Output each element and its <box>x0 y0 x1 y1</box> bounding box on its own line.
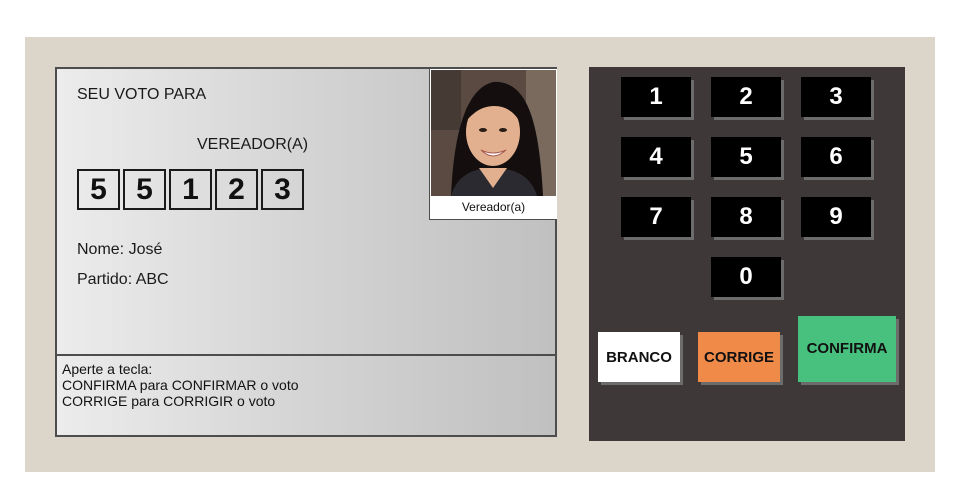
vote-digit-3: 1 <box>169 169 212 210</box>
confirma-button[interactable]: CONFIRMA <box>798 316 896 382</box>
key-1[interactable]: 1 <box>621 77 691 117</box>
key-8[interactable]: 8 <box>711 197 781 237</box>
vote-digit-1: 5 <box>77 169 120 210</box>
vote-digit-5: 3 <box>261 169 304 210</box>
key-4[interactable]: 4 <box>621 137 691 177</box>
instruction-line-1: Aperte a tecla: <box>62 361 153 377</box>
corrige-button[interactable]: CORRIGE <box>698 332 780 382</box>
branco-button[interactable]: BRANCO <box>598 332 680 382</box>
key-7[interactable]: 7 <box>621 197 691 237</box>
screen-title: SEU VOTO PARA <box>77 86 207 103</box>
instruction-line-3: CORRIGE para CORRIGIR o voto <box>62 393 276 409</box>
key-6[interactable]: 6 <box>801 137 871 177</box>
keypad-panel: 1 2 3 4 5 6 7 8 9 0 BRANCO CORRIGE CONFI… <box>589 67 905 441</box>
office-label: VEREADOR(A) <box>197 136 309 153</box>
key-2[interactable]: 2 <box>711 77 781 117</box>
key-3[interactable]: 3 <box>801 77 871 117</box>
vote-digit-4: 2 <box>215 169 258 210</box>
instructions-panel: Aperte a tecla: CONFIRMA para CONFIRMAR … <box>57 354 555 437</box>
candidate-photo <box>431 70 556 196</box>
candidate-party: Partido: ABC <box>77 271 169 288</box>
vote-digits: 5 5 1 2 3 <box>77 169 304 210</box>
candidate-name: Nome: José <box>77 241 163 258</box>
voting-screen: SEU VOTO PARA VEREADOR(A) 5 5 1 2 3 Nome… <box>55 67 557 437</box>
photo-caption: Vereador(a) <box>461 200 526 214</box>
candidate-photo-box: Vereador(a) <box>429 69 557 220</box>
key-5[interactable]: 5 <box>711 137 781 177</box>
instruction-line-2: CONFIRMA para CONFIRMAR o voto <box>62 377 299 393</box>
key-0[interactable]: 0 <box>711 257 781 297</box>
vote-digit-2: 5 <box>123 169 166 210</box>
key-9[interactable]: 9 <box>801 197 871 237</box>
